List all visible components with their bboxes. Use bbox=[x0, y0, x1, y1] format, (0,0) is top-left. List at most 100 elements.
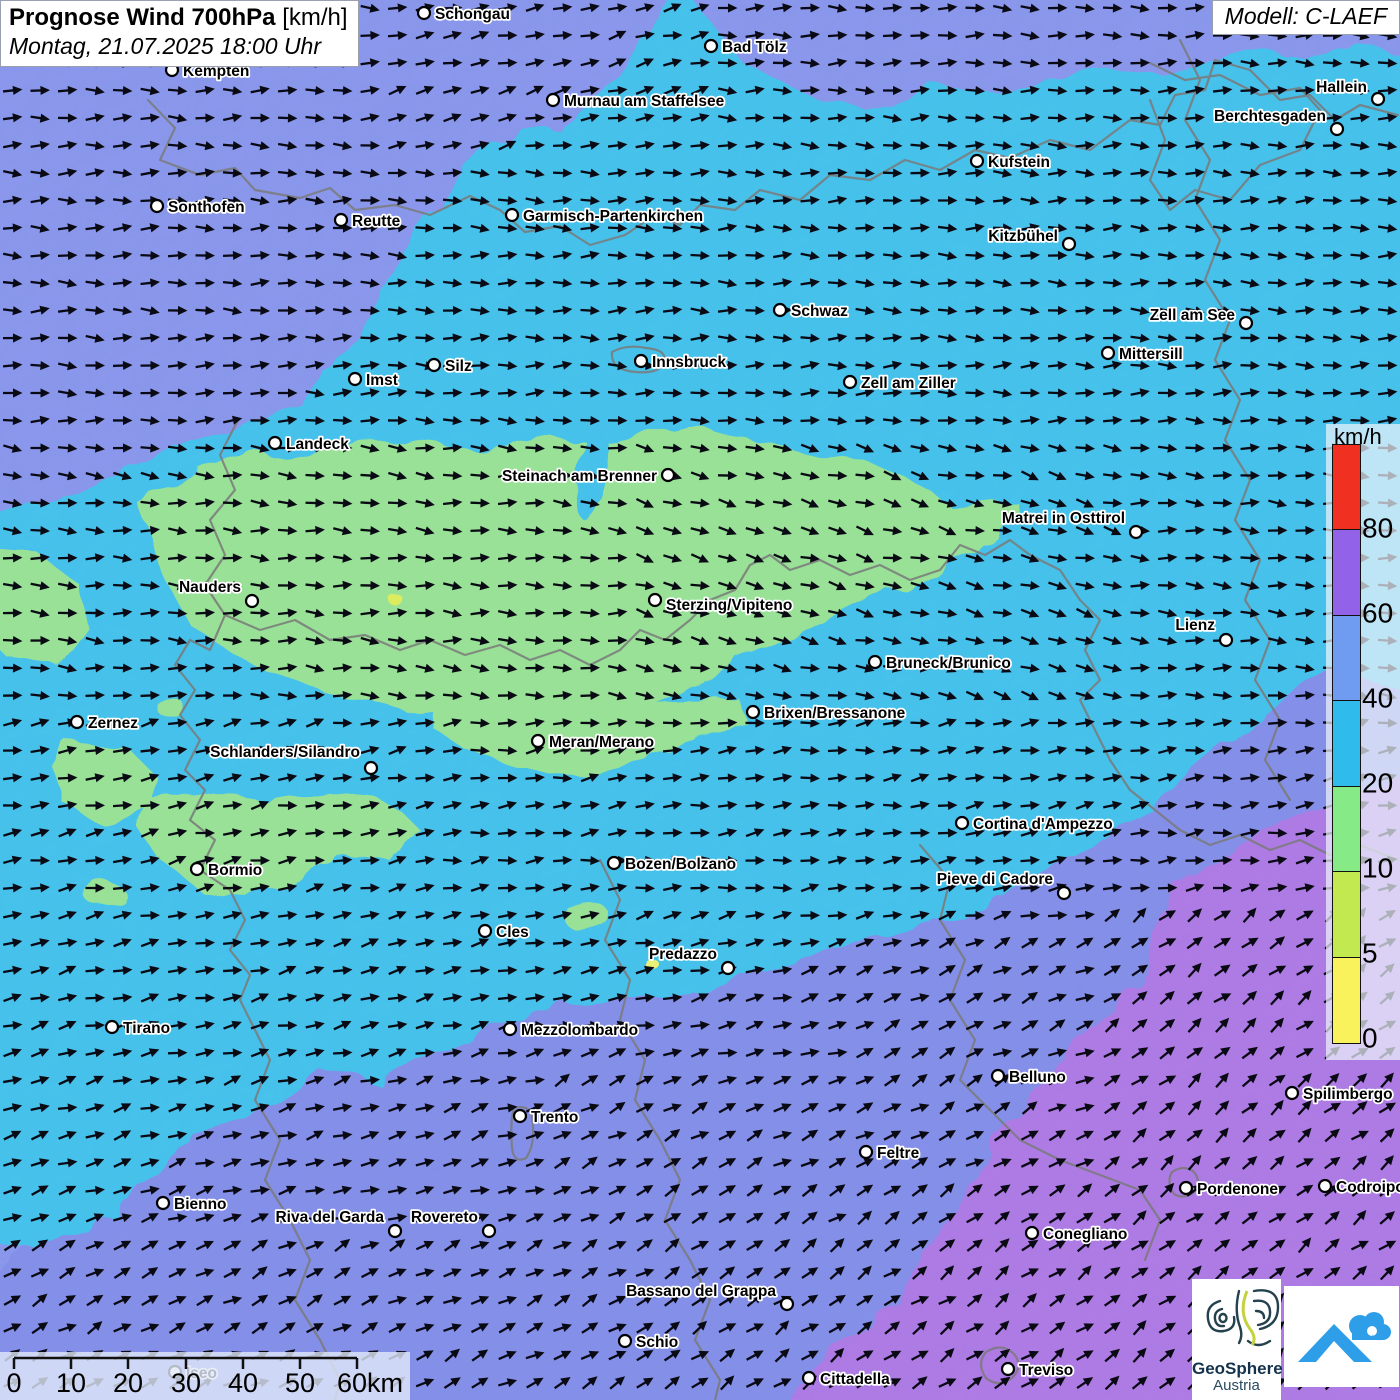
partner-logo bbox=[1284, 1286, 1399, 1387]
scale-number: 60km bbox=[336, 1368, 404, 1398]
city-dot bbox=[545, 92, 561, 108]
city-label: Cles bbox=[496, 924, 529, 941]
city-dot bbox=[333, 212, 349, 228]
city-label: Hallein bbox=[1316, 79, 1367, 96]
city-label: Sonthofen bbox=[168, 199, 245, 216]
city-dot bbox=[502, 1021, 518, 1037]
city-label: Innsbruck bbox=[652, 354, 726, 371]
city-label: Belluno bbox=[1009, 1069, 1066, 1086]
city-label: Cittadella bbox=[820, 1371, 890, 1388]
city-marker: Steinach am Brenner bbox=[500, 466, 676, 487]
map-scale-bar: 0 10 20 30 40 50 60km bbox=[0, 1352, 410, 1400]
city-label: Reutte bbox=[352, 213, 401, 230]
city-dot bbox=[189, 861, 205, 877]
city-label: Schio bbox=[636, 1334, 678, 1351]
city-dot bbox=[69, 714, 85, 730]
city-dot bbox=[1000, 1361, 1016, 1377]
city-dot bbox=[1284, 1085, 1300, 1101]
city-marker: Bozen/Bolzano bbox=[606, 854, 738, 875]
geosphere-country: Austria bbox=[1213, 1377, 1260, 1394]
legend-tick-label: 80 bbox=[1362, 512, 1394, 544]
city-dot bbox=[867, 654, 883, 670]
city-dot bbox=[1128, 524, 1144, 540]
city-dot bbox=[155, 1195, 171, 1211]
city-label: Murnau am Staffelsee bbox=[564, 93, 725, 110]
city-dot bbox=[267, 435, 283, 451]
legend: km/h 80 60 40 20 10 5 0 bbox=[1326, 424, 1400, 1060]
city-label: Garmisch-Partenkirchen bbox=[523, 208, 703, 225]
city-dot bbox=[1218, 632, 1234, 648]
city-marker: Zell am Ziller bbox=[842, 373, 957, 394]
mountain-cloud-icon bbox=[1298, 1312, 1391, 1362]
city-dot bbox=[149, 198, 165, 214]
geosphere-contour-icon bbox=[1206, 1289, 1280, 1347]
city-dot bbox=[1100, 345, 1116, 361]
city-marker: Meran/Merano bbox=[530, 732, 656, 753]
city-dot bbox=[1329, 121, 1345, 137]
legend-color-bar bbox=[1332, 443, 1361, 1044]
city-label: Zernez bbox=[88, 715, 138, 732]
city-dot bbox=[426, 357, 442, 373]
city-marker: Brixen/Bressanone bbox=[745, 703, 907, 724]
city-dot bbox=[606, 855, 622, 871]
scale-number: 50 bbox=[284, 1368, 316, 1398]
city-dot bbox=[1238, 315, 1254, 331]
city-dot bbox=[720, 960, 736, 976]
city-label: Treviso bbox=[1019, 1362, 1073, 1379]
city-label: Predazzo bbox=[649, 946, 717, 963]
city-label: Steinach am Brenner bbox=[502, 468, 657, 485]
city-label: Codroipo bbox=[1336, 1179, 1400, 1196]
city-label: Sterzing/Vipiteno bbox=[666, 597, 792, 614]
city-label: Conegliano bbox=[1043, 1226, 1127, 1243]
city-dot bbox=[779, 1296, 795, 1312]
legend-segment bbox=[1332, 871, 1361, 958]
city-dot bbox=[244, 593, 260, 609]
city-label: Feltre bbox=[877, 1145, 920, 1162]
city-label: Meran/Merano bbox=[549, 734, 654, 751]
city-label: Trento bbox=[531, 1109, 578, 1126]
city-label: Riva del Garda bbox=[275, 1209, 384, 1226]
city-dot bbox=[504, 207, 520, 223]
city-dot bbox=[969, 153, 985, 169]
legend-segment bbox=[1332, 956, 1361, 1044]
city-label: Zell am See bbox=[1150, 307, 1236, 324]
city-dot bbox=[990, 1068, 1006, 1084]
city-dot bbox=[1024, 1225, 1040, 1241]
legend-tick-label: 5 bbox=[1362, 937, 1378, 969]
city-label: Tirano bbox=[123, 1020, 170, 1037]
city-label: Bad Tölz bbox=[722, 39, 787, 56]
legend-tick-label: 40 bbox=[1362, 682, 1394, 714]
city-label: Pordenone bbox=[1197, 1181, 1278, 1198]
city-label: Kitzbühel bbox=[988, 228, 1058, 245]
city-label: Mittersill bbox=[1119, 346, 1183, 363]
city-label: Cortina d'Ampezzo bbox=[973, 816, 1113, 833]
city-marker: Murnau am Staffelsee bbox=[545, 91, 726, 112]
city-label: Brixen/Bressanone bbox=[764, 705, 906, 722]
city-label: Silz bbox=[445, 358, 472, 375]
city-label: Landeck bbox=[286, 436, 349, 453]
city-marker: Sterzing/Vipiteno bbox=[647, 592, 794, 616]
city-dot bbox=[363, 760, 379, 776]
city-dot bbox=[477, 923, 493, 939]
city-label: Schongau bbox=[435, 6, 510, 23]
city-label: Schwaz bbox=[791, 303, 848, 320]
legend-segment bbox=[1332, 529, 1361, 616]
city-dot bbox=[512, 1108, 528, 1124]
city-label: Bormio bbox=[208, 862, 262, 879]
scale-number: 20 bbox=[112, 1368, 144, 1398]
legend-tick-label: 10 bbox=[1362, 852, 1394, 884]
city-label: Berchtesgaden bbox=[1214, 108, 1326, 125]
city-label: Matrei in Osttirol bbox=[1002, 510, 1125, 527]
city-dot bbox=[617, 1333, 633, 1349]
city-dot bbox=[954, 815, 970, 831]
geosphere-logo: GeoSphere Austria bbox=[1192, 1279, 1283, 1400]
page-title: Prognose Wind 700hPa [km/h] bbox=[9, 4, 348, 31]
city-label: Lienz bbox=[1175, 617, 1215, 634]
legend-segment bbox=[1332, 785, 1361, 873]
city-label: Bassano del Grappa bbox=[626, 1283, 776, 1300]
city-marker: Cortina d'Ampezzo bbox=[954, 814, 1114, 835]
scale-number: 10 bbox=[55, 1368, 87, 1398]
valid-time: Montag, 21.07.2025 18:00 Uhr bbox=[9, 33, 322, 59]
city-dot bbox=[703, 38, 719, 54]
city-label: Zell am Ziller bbox=[861, 375, 956, 392]
